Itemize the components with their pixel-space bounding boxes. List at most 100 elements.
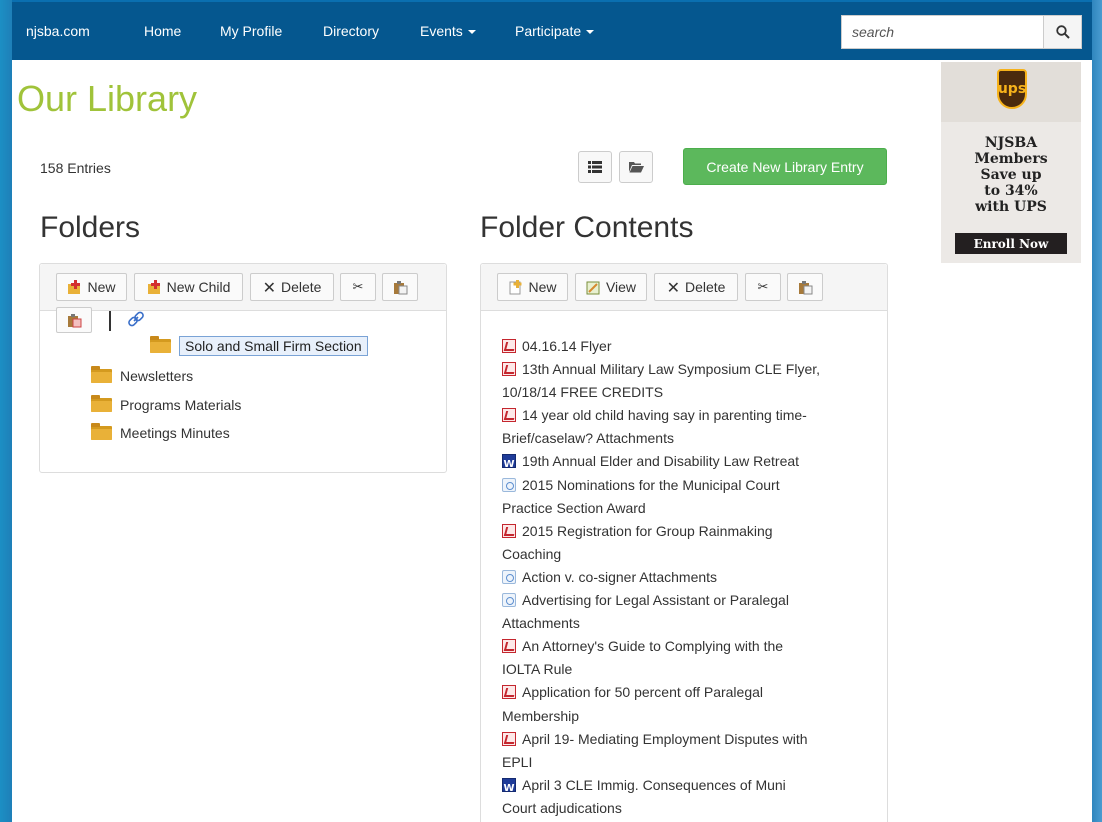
entry-cut-button[interactable]: ✂: [745, 273, 781, 301]
nav-directory-link[interactable]: Directory: [323, 23, 379, 39]
link-file-icon: [502, 477, 516, 492]
file-list-item[interactable]: Advertising for Legal Assistant or Paral…: [502, 589, 872, 635]
tree-item-label: Programs Materials: [120, 397, 242, 413]
list-view-button[interactable]: [578, 151, 612, 183]
pdf-file-icon: [502, 339, 516, 353]
nav-events-dropdown[interactable]: Events: [420, 23, 476, 39]
enroll-now-button[interactable]: Enroll Now: [955, 233, 1067, 254]
folder-paste-button[interactable]: [382, 273, 418, 301]
file-list-item[interactable]: 2015 Registration for Group Rainmaking Co…: [502, 520, 872, 566]
ups-advertisement[interactable]: ups NJSBA Members Save up to 34% with UP…: [941, 62, 1081, 263]
top-navbar: njsba.com Home My Profile Directory Even…: [12, 0, 1092, 60]
file-name-text: April 3 CLE Immig. Consequences of Muni: [522, 776, 786, 793]
entries-count: 158 Entries: [40, 160, 111, 176]
file-name-text: IOLTA Rule: [502, 661, 573, 678]
pdf-file-icon: [502, 523, 516, 538]
file-name-text: 04.16.14 Flyer: [522, 338, 612, 354]
tree-item-programs-materials[interactable]: Programs Materials: [91, 395, 242, 413]
file-list-item[interactable]: 19th Annual Elder and Disability Law Ret…: [502, 450, 872, 477]
new-document-icon: [509, 279, 522, 294]
folder-paste-child-button[interactable]: [56, 307, 92, 333]
folder-cut-button[interactable]: ✂: [340, 273, 376, 301]
page-title: Our Library: [17, 78, 198, 119]
file-list-item[interactable]: 13th Annual Military Law Symposium CLE F…: [502, 358, 872, 404]
link-icon: [128, 311, 144, 327]
file-list-item[interactable]: 2015 Nominations for the Municipal Court…: [502, 474, 872, 520]
file-name-text: Brief/caselaw? Attachments: [502, 430, 674, 447]
link-button[interactable]: [127, 310, 147, 328]
caret-down-icon: [586, 30, 595, 35]
nav-participate-dropdown[interactable]: Participate: [515, 23, 595, 39]
nav-brand-link[interactable]: njsba.com: [26, 23, 90, 39]
folder-icon: [150, 336, 171, 353]
ups-logo: ups: [997, 69, 1027, 109]
file-name-text: Practice Section Award: [502, 499, 646, 516]
nav-home-link[interactable]: Home: [144, 23, 181, 39]
paste-icon: [67, 313, 81, 327]
tree-item-solo-and-small-firm-section[interactable]: Solo and Small Firm Section: [150, 336, 368, 356]
new-folder-icon: [68, 279, 81, 294]
ad-copy: NJSBA Members Save up to 34% with UPS: [941, 135, 1081, 215]
file-list-item[interactable]: Application for 50 percent off Paralegal…: [502, 681, 872, 727]
tree-item-newsletters[interactable]: Newsletters: [91, 366, 193, 384]
pdf-file-icon: [502, 362, 516, 377]
file-list-item[interactable]: April 19- Mediating Employment Disputes …: [502, 728, 872, 774]
file-name-text: Attachments: [502, 615, 580, 632]
folder-delete-label: Delete: [280, 279, 322, 295]
ad-copy-line: to 34%: [984, 183, 1038, 199]
pdf-file-icon: [502, 731, 516, 746]
caret-down-icon: [467, 30, 476, 35]
folder-view-button[interactable]: [619, 151, 653, 183]
word-file-icon: [502, 453, 516, 477]
entry-new-label: New: [528, 279, 557, 295]
file-list-item[interactable]: 14 year old child having say in parentin…: [502, 404, 872, 450]
ad-copy-line: with UPS: [975, 199, 1047, 215]
clipboard-icon: [798, 280, 812, 294]
nav-participate-label: Participate: [515, 23, 582, 39]
tree-item-label: Solo and Small Firm Section: [179, 336, 368, 356]
background-strip: [1092, 0, 1102, 822]
folder-open-icon: [628, 162, 644, 173]
folder-new-child-button[interactable]: New Child: [134, 273, 243, 301]
entry-view-label: View: [605, 279, 637, 295]
file-name-text: 14 year old child having say in parentin…: [522, 407, 807, 424]
page: njsba.com Home My Profile Directory Even…: [12, 0, 1092, 822]
ad-logo-area: ups: [941, 62, 1081, 122]
list-view-icon: [588, 161, 602, 173]
file-name-text: 19th Annual Elder and Disability Law Ret…: [522, 453, 800, 470]
ups-logo-text: ups: [997, 81, 1027, 97]
file-name-text: 10/18/14 FREE CREDITS: [502, 384, 664, 401]
file-name-text: Application for 50 percent off Paralegal: [522, 684, 764, 701]
folder-delete-button[interactable]: ✕ Delete: [250, 273, 334, 301]
tree-item-meetings-minutes[interactable]: Meetings Minutes: [91, 423, 230, 441]
entry-paste-button[interactable]: [787, 273, 823, 301]
folder-new-child-label: New Child: [166, 279, 231, 295]
file-list-item[interactable]: Action v. co-signer Attachments: [502, 566, 872, 589]
file-name-text: Coaching: [502, 545, 562, 562]
file-name-text: Membership: [502, 707, 580, 724]
folders-panel: New New Child ✕ Delete ✂ Solo and Small …: [39, 263, 447, 473]
pdf-file-icon: [502, 639, 516, 654]
entry-new-button[interactable]: New: [497, 273, 568, 301]
file-list-item[interactable]: 04.16.14 Flyer: [502, 335, 872, 358]
entry-view-button[interactable]: View: [575, 273, 647, 301]
create-library-entry-button[interactable]: Create New Library Entry: [683, 148, 887, 185]
contents-toolbar: New View ✕ Delete ✂: [481, 264, 887, 311]
entry-delete-button[interactable]: ✕ Delete: [654, 273, 738, 301]
file-name-text: Court adjudications: [502, 799, 622, 816]
file-list-item[interactable]: An Attorney's Guide to Complying with th…: [502, 635, 872, 681]
clipboard-icon: [393, 280, 407, 294]
link-file-icon: [502, 593, 516, 608]
nav-my-profile-link[interactable]: My Profile: [220, 23, 282, 39]
close-icon: ✕: [666, 277, 680, 297]
folder-new-button[interactable]: New: [56, 273, 127, 301]
divider: [109, 311, 111, 331]
file-list-item[interactable]: April 3 CLE Immig. Consequences of Muni C…: [502, 774, 872, 820]
file-name-text: Advertising for Legal Assistant or Paral…: [522, 592, 789, 609]
search-input[interactable]: [841, 15, 1044, 49]
folders-toolbar: New New Child ✕ Delete ✂: [40, 264, 446, 311]
nav-events-label: Events: [420, 23, 463, 39]
file-name-text: 2015 Nominations for the Municipal Court: [522, 476, 780, 493]
link-file-icon: [502, 569, 516, 584]
search-button[interactable]: [1043, 15, 1082, 49]
